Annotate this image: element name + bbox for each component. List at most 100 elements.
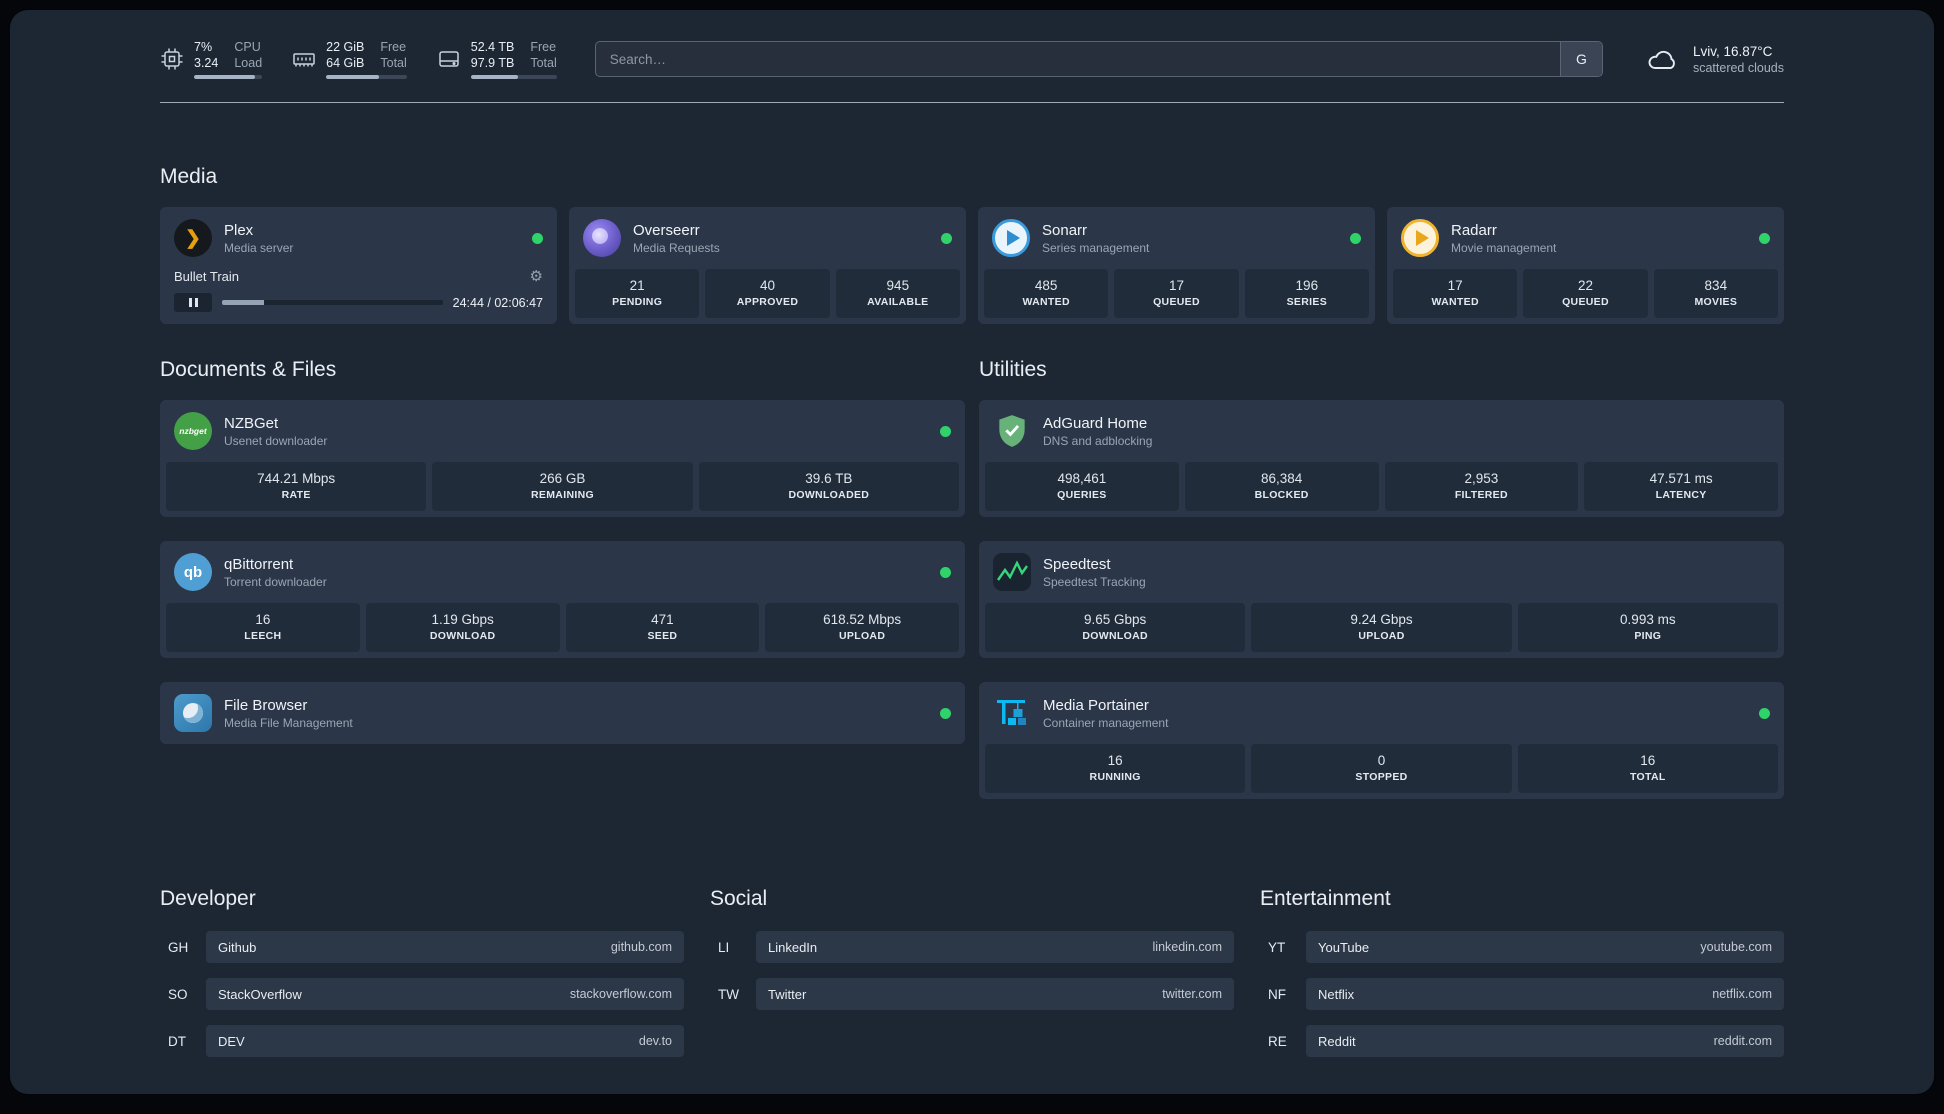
- weather-condition: scattered clouds: [1692, 61, 1784, 76]
- bookmark-github[interactable]: GH Github github.com: [160, 931, 684, 963]
- service-card-qbittorrent[interactable]: qb qBittorrent Torrent downloader 16 LEE…: [160, 541, 965, 658]
- bookmark-name: Reddit: [1318, 1033, 1356, 1049]
- gear-icon[interactable]: ⚙: [530, 269, 543, 284]
- status-dot: [940, 425, 951, 437]
- stat-value: 945: [886, 278, 910, 293]
- service-description: Usenet downloader: [224, 433, 328, 448]
- bookmark-youtube[interactable]: YT YouTube youtube.com: [1260, 931, 1784, 963]
- bookmark-url: github.com: [610, 940, 672, 954]
- cpu-widget: 7% 3.24 CPU Load: [160, 39, 263, 80]
- stat-value: 47.571 ms: [1649, 471, 1713, 486]
- bookmark-name: StackOverflow: [218, 986, 302, 1002]
- stat-value: 618.52 Mbps: [823, 612, 902, 627]
- stat-label: WANTED: [1431, 296, 1479, 308]
- topbar: 7% 3.24 CPU Load 22 GiB 64 GiB Free Tota…: [160, 36, 1784, 82]
- bookmark-reddit[interactable]: RE Reddit reddit.com: [1260, 1025, 1784, 1057]
- portainer-crane-icon: [993, 694, 1031, 732]
- weather-widget: Lviv, 16.87°C scattered clouds: [1645, 43, 1784, 75]
- bookmark-twitter[interactable]: TW Twitter twitter.com: [710, 978, 1234, 1010]
- section-entertainment: Entertainment YT YouTube youtube.com NF …: [1260, 887, 1784, 1072]
- stat-label: APPROVED: [736, 296, 799, 308]
- stat-tile: 498,461 QUERIES: [985, 462, 1179, 511]
- speedtest-waveform-icon: [993, 553, 1031, 591]
- stat-tile: 9.24 Gbps UPLOAD: [1251, 603, 1512, 652]
- stat-tile: 744.21 Mbps RATE: [166, 462, 427, 511]
- bookmark-abbr: TW: [718, 986, 739, 1002]
- section-title-entertainment: Entertainment: [1260, 887, 1391, 910]
- bookmark-dev[interactable]: DT DEV dev.to: [160, 1025, 684, 1057]
- service-description: Media File Management: [224, 715, 353, 730]
- bookmark-linkedin[interactable]: LI LinkedIn linkedin.com: [710, 931, 1234, 963]
- service-card-sonarr[interactable]: Sonarr Series management 485 WANTED 17 Q…: [978, 207, 1375, 324]
- stat-label: QUEUED: [1153, 296, 1200, 308]
- bookmark-netflix[interactable]: NF Netflix netflix.com: [1260, 978, 1784, 1010]
- disk-widget: 52.4 TB 97.9 TB Free Total: [437, 39, 557, 80]
- service-card-portainer[interactable]: Media Portainer Container management 16 …: [979, 682, 1784, 799]
- stat-label: AVAILABLE: [867, 296, 929, 308]
- stat-label: LATENCY: [1655, 489, 1707, 501]
- bookmark-name: YouTube: [1318, 939, 1370, 955]
- cpu-usage-value: 7%: [194, 39, 213, 54]
- disk-free-value: 52.4 TB: [470, 39, 515, 54]
- stat-tile: 22 QUEUED: [1523, 269, 1648, 318]
- search-input[interactable]: [595, 42, 1560, 76]
- stat-value: 485: [1034, 278, 1058, 293]
- status-dot: [940, 707, 951, 719]
- playback-progress-bar[interactable]: [222, 300, 443, 305]
- bookmark-abbr: YT: [1268, 939, 1286, 955]
- service-description: Torrent downloader: [224, 574, 327, 589]
- stat-tile: 16 RUNNING: [985, 744, 1246, 793]
- stat-value: 1.19 Gbps: [431, 612, 494, 627]
- stat-value: 16: [255, 612, 271, 627]
- service-card-filebrowser[interactable]: File Browser Media File Management: [160, 682, 965, 744]
- adguard-shield-icon: [993, 412, 1031, 450]
- status-dot: [941, 232, 952, 244]
- search-provider-button[interactable]: G: [1559, 42, 1602, 76]
- bookmark-name: LinkedIn: [768, 939, 818, 955]
- now-playing-title: Bullet Train: [174, 269, 240, 284]
- bookmark-url: reddit.com: [1713, 1034, 1772, 1048]
- dashboard: 7% 3.24 CPU Load 22 GiB 64 GiB Free Tota…: [10, 10, 1934, 1094]
- service-card-adguard[interactable]: AdGuard Home DNS and adblocking 498,461 …: [979, 400, 1784, 517]
- stat-value: 744.21 Mbps: [257, 471, 336, 486]
- stat-tile: 86,384 BLOCKED: [1184, 462, 1379, 511]
- bookmark-url: stackoverflow.com: [569, 987, 672, 1001]
- pause-button[interactable]: [174, 293, 212, 312]
- stat-tile: 471 SEED: [565, 603, 760, 652]
- bookmark-url: dev.to: [638, 1034, 672, 1048]
- service-card-nzbget[interactable]: nzbget NZBGet Usenet downloader 744.21 M…: [160, 400, 965, 517]
- stat-label: TOTAL: [1630, 771, 1666, 783]
- stat-tile: 16 LEECH: [166, 603, 360, 652]
- stat-value: 40: [759, 278, 775, 293]
- stat-label: MOVIES: [1694, 296, 1738, 308]
- service-description: Movie management: [1451, 240, 1557, 255]
- stat-label: REMAINING: [531, 489, 594, 501]
- service-card-plex[interactable]: ❯ Plex Media server Bullet Train ⚙ 24:44…: [160, 207, 557, 324]
- stat-label: SEED: [647, 630, 678, 642]
- stat-value: 86,384: [1260, 471, 1303, 486]
- cpu-usage-label: CPU: [234, 39, 261, 54]
- service-name: NZBGet: [224, 414, 279, 432]
- stat-value: 2,953: [1464, 471, 1499, 486]
- stat-value: 21: [629, 278, 645, 293]
- memory-total-value: 64 GiB: [326, 56, 365, 70]
- status-dot: [940, 566, 951, 578]
- stat-tile: 16 TOTAL: [1517, 744, 1778, 793]
- service-card-speedtest[interactable]: Speedtest Speedtest Tracking 9.65 Gbps D…: [979, 541, 1784, 658]
- bookmark-name: Netflix: [1318, 986, 1355, 1002]
- bookmark-stackoverflow[interactable]: SO StackOverflow stackoverflow.com: [160, 978, 684, 1010]
- service-card-radarr[interactable]: Radarr Movie management 17 WANTED 22 QUE…: [1387, 207, 1784, 324]
- section-social: Social LI LinkedIn linkedin.com TW Twitt…: [710, 887, 1234, 1072]
- service-card-overseerr[interactable]: Overseerr Media Requests 21 PENDING 40 A…: [569, 207, 966, 324]
- stat-tile: 618.52 Mbps UPLOAD: [765, 603, 959, 652]
- service-name: Plex: [224, 221, 254, 239]
- status-dot: [1350, 232, 1361, 244]
- stat-value: 471: [651, 612, 674, 627]
- stat-tile: 1.19 Gbps DOWNLOAD: [365, 603, 560, 652]
- bookmark-abbr: DT: [168, 1033, 186, 1049]
- cpu-icon: [161, 48, 183, 70]
- service-description: Media Requests: [633, 240, 720, 255]
- stat-tile: 2,953 FILTERED: [1384, 462, 1579, 511]
- memory-icon: [293, 53, 315, 67]
- service-description: Container management: [1043, 715, 1169, 730]
